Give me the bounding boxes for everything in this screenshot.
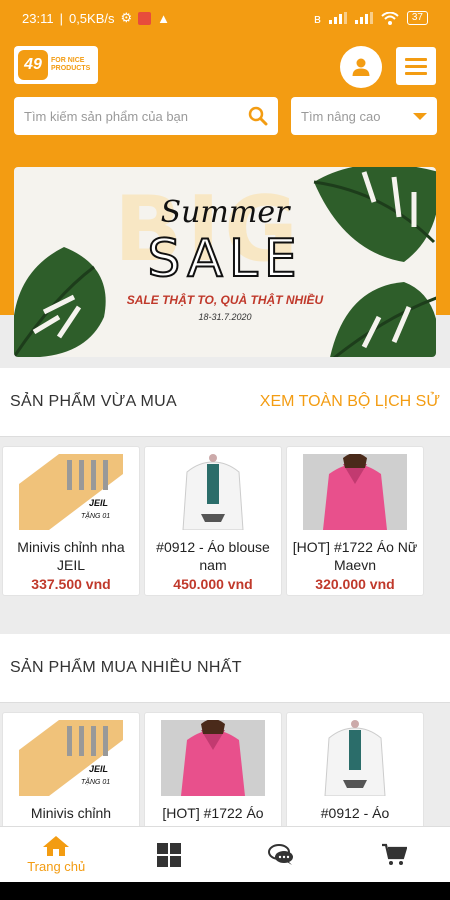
search-icon[interactable] <box>248 106 268 126</box>
product-name: #0912 - Áo <box>320 805 390 821</box>
product-card[interactable]: #0912 - Áo blouse nam 450.000 vnd <box>144 446 282 596</box>
svg-text:TẶNG 01: TẶNG 01 <box>81 511 110 520</box>
product-price: 320.000 vnd <box>315 576 395 592</box>
warning-icon: ▲ <box>157 10 171 26</box>
product-name: [HOT] #1722 Áo Nữ Maevn <box>292 539 418 573</box>
advanced-search-dropdown[interactable]: Tìm nâng cao <box>291 97 437 135</box>
status-speed: 0,5KB/s <box>68 10 115 26</box>
product-price: 337.500 vnd <box>31 576 111 592</box>
recent-section-title: SẢN PHẨM VỪA MUA <box>10 393 177 410</box>
product-image-pink-scrubs <box>303 454 407 530</box>
divider <box>0 436 450 437</box>
settings-icon: ⚙ <box>120 10 133 25</box>
divider <box>0 702 450 703</box>
nav-categories[interactable] <box>113 827 226 882</box>
chat-icon <box>268 843 294 865</box>
banner-main-title: SALE <box>146 228 303 290</box>
recent-products-list: JEIL TẶNG 01 Minivis chỉnh nha JEIL 337.5… <box>0 446 450 596</box>
banner-dates: 18-31.7.2020 <box>198 312 252 322</box>
logo-mark: 49 <box>18 50 48 80</box>
banner-tagline: SALE THẬT TO, QUÀ THẬT NHIỀU <box>126 293 324 307</box>
product-price: 450.000 vnd <box>173 576 253 592</box>
menu-button[interactable] <box>396 47 436 85</box>
nav-home-label: Trang chủ <box>27 859 86 874</box>
menu-icon-bar <box>405 57 427 61</box>
bottom-navigation: Trang chủ <box>0 826 450 882</box>
view-history-link[interactable]: XEM TOÀN BỘ LỊCH SỬ <box>260 393 440 411</box>
signal-icon <box>328 12 347 24</box>
chevron-down-icon <box>413 112 427 120</box>
search-placeholder: Tìm kiếm sản phẩm của bạn <box>24 108 189 124</box>
svg-text:TẶNG 01: TẶNG 01 <box>81 777 110 786</box>
wifi-icon <box>381 11 399 25</box>
product-image-screws: JEIL TẶNG 01 <box>19 720 123 796</box>
product-card[interactable]: #0912 - Áo <box>286 712 424 832</box>
status-right: ʙ 37 <box>314 11 428 26</box>
logo-text: FOR NICE PRODUCTS <box>51 57 91 72</box>
product-card[interactable]: JEIL TẶNG 01 Minivis chỉnh nha JEIL 337.5… <box>2 446 140 596</box>
nav-home[interactable]: Trang chủ <box>0 827 113 882</box>
banner-script-title: Summer <box>160 195 290 230</box>
product-name: Minivis chỉnh <box>30 805 112 821</box>
svg-text:JEIL: JEIL <box>89 764 108 774</box>
popular-section-title: SẢN PHẨM MUA NHIỀU NHẤT <box>10 659 242 676</box>
menu-icon-bar <box>405 71 427 75</box>
product-image-screws: JEIL TẶNG 01 <box>19 454 123 530</box>
product-image-white-coat <box>303 720 407 796</box>
product-card[interactable]: JEIL TẶNG 01 Minivis chỉnh <box>2 712 140 832</box>
grid-icon <box>156 842 181 867</box>
bluetooth-icon: ʙ <box>313 10 321 26</box>
product-image-pink-scrubs <box>161 720 265 796</box>
product-image-white-coat <box>161 454 265 530</box>
product-name: [HOT] #1722 Áo <box>162 805 264 821</box>
product-card[interactable]: [HOT] #1722 Áo <box>144 712 282 832</box>
search-input[interactable]: Tìm kiếm sản phẩm của bạn <box>14 97 278 135</box>
product-name: Minivis chỉnh nha JEIL <box>17 539 125 573</box>
advanced-search-label: Tìm nâng cao <box>301 108 381 124</box>
account-button[interactable] <box>340 46 382 88</box>
nav-cart[interactable] <box>338 827 450 882</box>
recent-section-header: SẢN PHẨM VỪA MUA XEM TOÀN BỘ LỊCH SỬ <box>0 368 450 436</box>
popular-section-header: SẢN PHẨM MUA NHIỀU NHẤT <box>0 634 450 702</box>
nav-chat[interactable] <box>225 827 338 882</box>
status-left: 23:11 | 0,5KB/s ⚙ ▲ <box>22 10 170 26</box>
status-time: 23:11 <box>22 10 54 26</box>
app-screen: 23:11 | 0,5KB/s ⚙ ▲ ʙ 37 49 FOR NICE PRO… <box>0 0 450 900</box>
product-name: #0912 - Áo blouse nam <box>156 539 270 573</box>
status-separator: | <box>59 10 63 26</box>
notification-icon <box>138 11 152 25</box>
logo[interactable]: 49 FOR NICE PRODUCTS <box>14 46 98 84</box>
status-bar: 23:11 | 0,5KB/s ⚙ ▲ ʙ 37 <box>0 0 450 36</box>
promo-banner[interactable]: BIG Summer SALE SALE THẬT TO, QUÀ THẬT N… <box>14 167 436 357</box>
svg-text:JEIL: JEIL <box>89 498 108 508</box>
popular-products-list: JEIL TẶNG 01 Minivis chỉnh [HOT] #1722 Áo… <box>0 712 450 832</box>
product-card[interactable]: [HOT] #1722 Áo Nữ Maevn 320.000 vnd <box>286 446 424 596</box>
user-icon <box>352 58 370 76</box>
home-icon <box>43 836 70 856</box>
menu-icon-bar <box>405 64 427 68</box>
battery-icon: 37 <box>406 11 428 25</box>
system-navigation-bar <box>0 882 450 900</box>
cart-icon <box>381 843 407 865</box>
signal-icon-2 <box>354 12 373 24</box>
